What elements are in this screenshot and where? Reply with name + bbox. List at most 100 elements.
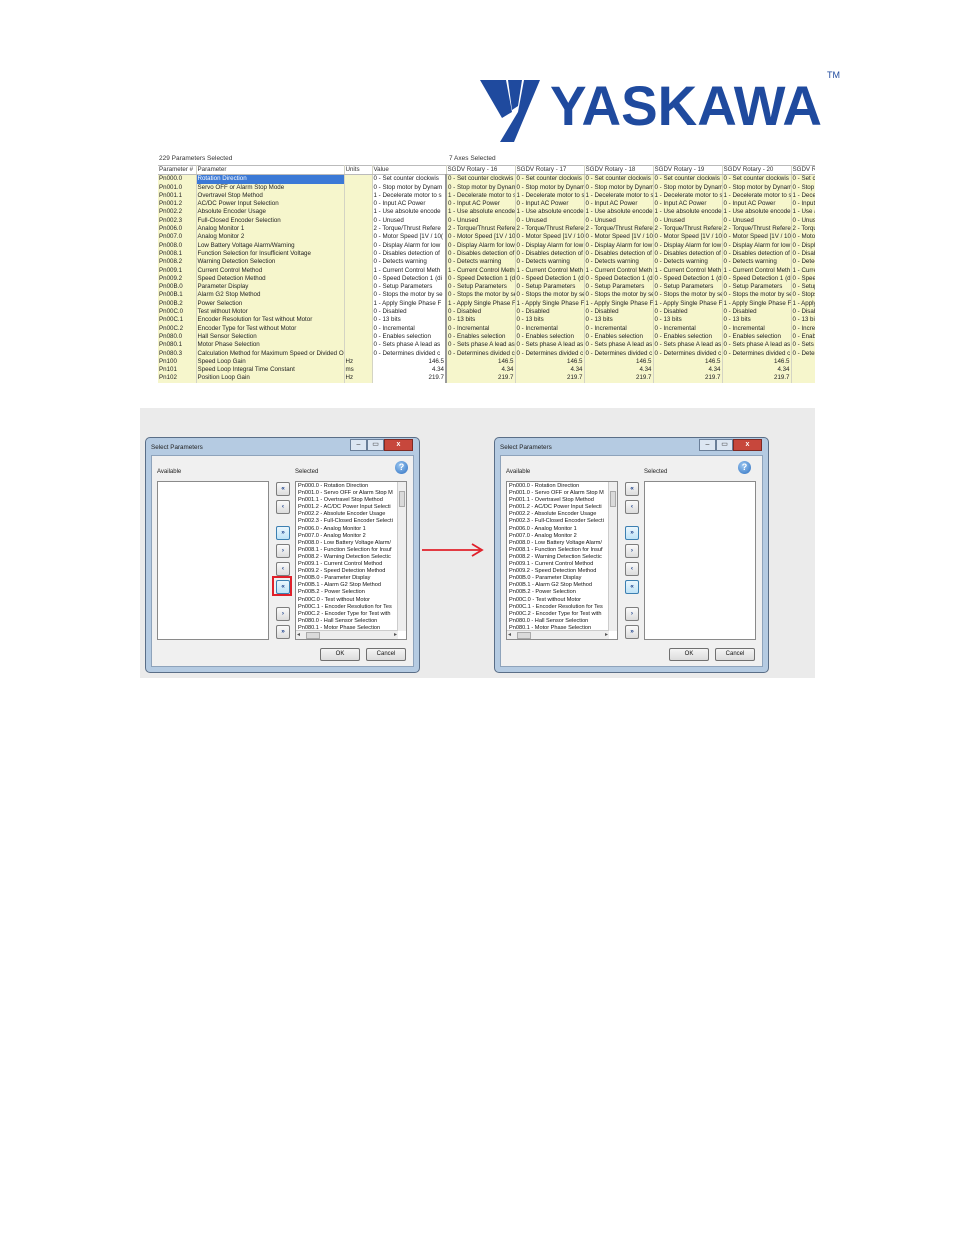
axis-value-cell[interactable]: 0 - Speed Detection 1 (di xyxy=(584,274,654,284)
help-icon[interactable]: ? xyxy=(738,461,751,474)
param-value-cell[interactable]: 0 - Speed Detection 1 (di xyxy=(372,274,447,284)
axis-value-cell[interactable]: 0 - Unused xyxy=(653,216,723,226)
move-top-button[interactable]: « xyxy=(276,482,290,496)
table-row[interactable]: Pn009.1 Current Control Method 1 - Current… xyxy=(158,266,815,275)
axis-value-cell[interactable]: 0 - Determines divided c xyxy=(722,349,792,358)
axis-value-cell[interactable]: 0 - Disabled xyxy=(722,308,792,317)
param-name-cell[interactable]: Servo OFF or Alarm Stop Mode xyxy=(196,183,345,192)
param-name-cell[interactable]: Overtravel Stop Method xyxy=(196,191,345,201)
axis-value-cell[interactable]: 219.7 xyxy=(584,374,654,383)
param-id-cell[interactable]: Pn101 xyxy=(158,366,197,375)
param-id-cell[interactable]: Pn00C.0 xyxy=(158,308,197,317)
param-name-cell[interactable]: Low Battery Voltage Alarm/Warning xyxy=(196,241,345,250)
column-header[interactable]: SGDV Rotary - 20 xyxy=(722,164,792,176)
available-list[interactable] xyxy=(157,481,269,640)
axis-value-cell[interactable]: 0 - Stop motor by Dynam xyxy=(584,183,654,192)
axis-value-cell[interactable]: 4.34 xyxy=(653,366,723,375)
add-all-button[interactable]: » xyxy=(625,526,639,540)
table-row[interactable]: Pn002.2 Absolute Encoder Usage 1 - Use abs… xyxy=(158,208,815,217)
param-value-cell[interactable]: 0 - Sets phase A lead as xyxy=(372,341,447,350)
param-units-cell[interactable] xyxy=(344,200,373,209)
param-value-cell[interactable]: 0 - Incremental xyxy=(372,324,447,333)
param-value-cell[interactable]: 0 - Set counter clockwis xyxy=(372,174,447,184)
cancel-button[interactable]: Cancel xyxy=(366,648,406,661)
axis-value-cell[interactable]: 1 - Current Control Meth xyxy=(515,266,585,275)
axis-value-cell[interactable]: 1 - Use absolute encode xyxy=(722,208,792,217)
axis-value-cell[interactable]: 0 - 13 bits xyxy=(446,316,516,325)
param-value-cell[interactable]: 2 - Torque/Thrust Refere xyxy=(372,225,447,234)
axis-value-cell[interactable]: 0 - Set counter clockwis xyxy=(653,174,723,184)
axis-value-cell[interactable]: 0 - Detects warning xyxy=(653,258,723,267)
param-name-cell[interactable]: Function Selection for Insufficient Volt… xyxy=(196,249,345,259)
axis-value-cell[interactable]: 0 - Setup Parameters xyxy=(722,283,792,292)
axis-value-cell[interactable]: 0 - Set counter clockwis xyxy=(584,174,654,184)
selected-list[interactable] xyxy=(644,481,756,640)
axis-value-cell[interactable]: 0 - Sets phase A lead as xyxy=(653,341,723,350)
param-units-cell[interactable] xyxy=(344,183,373,192)
axis-value-cell[interactable]: 0 - Display Alarm for low xyxy=(791,241,815,250)
param-units-cell[interactable] xyxy=(344,291,373,300)
axis-value-cell[interactable]: 0 - Set counter clockwis xyxy=(791,174,815,184)
axis-value-cell[interactable]: 0 - Setup Parameters xyxy=(515,283,585,292)
param-name-cell[interactable]: Parameter Display xyxy=(196,283,345,292)
axis-value-cell[interactable]: 0 - Set counter clockwis xyxy=(515,174,585,184)
param-id-cell[interactable]: Pn080.0 xyxy=(158,332,197,342)
param-units-cell[interactable]: Hz xyxy=(344,374,373,383)
table-row[interactable]: Pn00B.0 Parameter Display 0 - Setup Parame… xyxy=(158,283,815,292)
axis-value-cell[interactable]: 1 - Decelerate motor to s xyxy=(584,191,654,201)
column-header[interactable]: Parameter xyxy=(196,164,345,176)
param-units-cell[interactable] xyxy=(344,349,373,358)
param-name-cell[interactable]: Position Loop Gain xyxy=(196,374,345,383)
remove-all-button[interactable]: « xyxy=(625,580,639,594)
param-id-cell[interactable]: Pn006.0 xyxy=(158,225,197,234)
axis-value-cell[interactable]: 0 - Disabled xyxy=(653,308,723,317)
axis-value-cell[interactable]: 0 - Unused xyxy=(446,216,516,226)
table-row[interactable]: Pn00B.2 Power Selection 1 - Apply Single P… xyxy=(158,299,815,309)
axis-value-cell[interactable]: 1 - Decelerate motor to s xyxy=(791,191,815,201)
axis-value-cell[interactable]: 0 - Input AC Power xyxy=(722,200,792,209)
table-row[interactable]: Pn00C.0 Test without Motor 0 - Disabled 0 -… xyxy=(158,308,815,317)
maximize-icon[interactable]: ▭ xyxy=(716,439,733,451)
list-item[interactable]: Pn008.1 - Function Selection for Insuf xyxy=(298,547,404,554)
axis-value-cell[interactable]: 0 - Disables detection of xyxy=(791,249,815,259)
list-item[interactable]: Pn002.2 - Absolute Encoder Usage xyxy=(509,511,615,518)
close-icon[interactable]: x xyxy=(733,439,762,451)
axis-value-cell[interactable]: 0 - Enables selection xyxy=(446,332,516,342)
table-row[interactable]: Pn001.1 Overtravel Stop Method 1 - Deceler… xyxy=(158,191,815,201)
axis-value-cell[interactable]: 0 - Motor Speed [1V / 10( xyxy=(584,233,654,242)
axis-value-cell[interactable]: 146.5 xyxy=(722,357,792,367)
axis-value-cell[interactable]: 0 - Stop motor by Dynam xyxy=(722,183,792,192)
param-id-cell[interactable]: Pn102 xyxy=(158,374,197,383)
axis-value-cell[interactable]: 1 - Use absolute encode xyxy=(791,208,815,217)
axis-value-cell[interactable]: 0 - Sets phase A lead as xyxy=(584,341,654,350)
param-name-cell[interactable]: Encoder Resolution for Test without Moto… xyxy=(196,316,345,325)
axis-value-cell[interactable]: 219.7 xyxy=(653,374,723,383)
table-row[interactable]: Pn009.2 Speed Detection Method 0 - Speed D… xyxy=(158,274,815,284)
axis-value-cell[interactable]: 0 - Enables selection xyxy=(584,332,654,342)
scroll-left-icon[interactable]: ◂ xyxy=(508,631,511,639)
axis-value-cell[interactable]: 0 - Incremental xyxy=(515,324,585,333)
axis-value-cell[interactable]: 0 - Speed Detection 1 (di xyxy=(515,274,585,284)
list-item[interactable]: Pn080.0 - Hall Sensor Selection xyxy=(509,618,615,625)
param-name-cell[interactable]: Test without Motor xyxy=(196,308,345,317)
axis-value-cell[interactable]: 0 - Setup Parameters xyxy=(791,283,815,292)
horizontal-scrollbar[interactable]: ◂ ▸ xyxy=(296,630,398,639)
axis-value-cell[interactable]: 219.7 xyxy=(722,374,792,383)
axis-value-cell[interactable]: 1 - Use absolute encode xyxy=(515,208,585,217)
param-value-cell[interactable]: 0 - Enables selection xyxy=(372,332,447,342)
add-one-button[interactable]: › xyxy=(276,544,290,558)
param-name-cell[interactable]: Power Selection xyxy=(196,299,345,309)
param-value-cell[interactable]: 0 - Determines divided c xyxy=(372,349,447,358)
axis-value-cell[interactable]: 0 - Sets phase A lead as xyxy=(446,341,516,350)
maximize-icon[interactable]: ▭ xyxy=(367,439,384,451)
axis-value-cell[interactable]: 1 - Apply Single Phase F xyxy=(446,299,516,309)
param-name-cell[interactable]: Analog Monitor 2 xyxy=(196,233,345,242)
column-header[interactable]: SGDV Rotary - 17 xyxy=(515,164,585,176)
table-row[interactable]: Pn00C.2 Encoder Type for Test without Mot… xyxy=(158,324,815,333)
selected-list[interactable]: Pn000.0 - Rotation Direction Pn001.0 - Se… xyxy=(295,481,407,640)
list-item[interactable]: Pn000.0 - Rotation Direction xyxy=(509,483,615,490)
axis-value-cell[interactable]: 0 - Display Alarm for low xyxy=(515,241,585,250)
axis-value-cell[interactable]: 1 - Apply Single Phase F xyxy=(791,299,815,309)
list-item[interactable]: Pn00C.2 - Encoder Type for Test with xyxy=(509,611,615,618)
axis-value-cell[interactable]: 0 - Determines divided c xyxy=(515,349,585,358)
